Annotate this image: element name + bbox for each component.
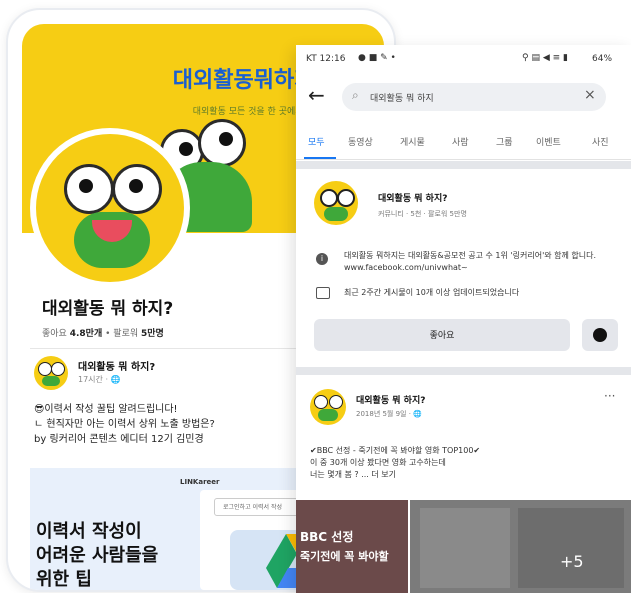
right-phone-screenshot: KT 12:16 ● ■ ✎ • ⚲ ▤ ◀ ≡ ▮ 64% ← ⌕ 대외활동 … [296, 45, 631, 593]
section-separator [296, 367, 631, 375]
page-avatar[interactable] [30, 128, 190, 288]
signal-icon: ⚲ ▤ ◀ ≡ ▮ [522, 53, 568, 63]
tab-photos[interactable]: 사진 [592, 135, 609, 148]
section-separator [296, 161, 631, 169]
status-time: KT 12:16 [306, 54, 346, 64]
battery-level: 64% [592, 54, 613, 64]
list-image-left [420, 508, 510, 588]
stats-separator: • [105, 329, 111, 339]
messenger-button[interactable] [582, 319, 618, 351]
result-description: 대외활동 뭐하지는 대외활동&공모전 공고 수 1위 '링커리어'와 함께 합니… [344, 251, 597, 272]
frog-eye-icon [112, 164, 162, 214]
post-body: ✔BBC 선정 - 죽기전에 꼭 봐야할 영화 TOP100✔ 이 중 30개 … [310, 445, 480, 481]
tab-groups[interactable]: 그룹 [496, 135, 513, 148]
active-tab-indicator [304, 157, 336, 159]
page-name: 대외활동 뭐 하지? [42, 299, 174, 319]
headline-line: 이력서 작성이 [36, 521, 142, 542]
search-icon: ⌕ [352, 88, 359, 102]
likes-label: 좋아요 [42, 329, 67, 339]
post-author[interactable]: 대외활동 뭐 하지? [356, 393, 425, 406]
post-line: 😎이력서 작성 꿀팁 알려드립니다! [34, 404, 178, 415]
post-author[interactable]: 대외활동 뭐 하지? [78, 358, 155, 373]
post-line: ㄴ 현직자만 아는 이력서 상위 노출 방법은? [34, 419, 215, 430]
thumb-caption: BBC 선정 [300, 530, 354, 544]
result-page-name[interactable]: 대외활동 뭐 하지? [378, 191, 447, 204]
post-avatar[interactable] [310, 389, 346, 425]
messenger-icon [593, 328, 607, 342]
search-input[interactable]: ⌕ 대외활동 뭐 하지 × [342, 83, 606, 111]
followers-value: 5만명 [141, 329, 164, 339]
search-hint: 로그인하고 이력서 작성 [223, 504, 283, 511]
post-body: 😎이력서 작성 꿀팁 알려드립니다! ㄴ 현직자만 아는 이력서 상위 노출 방… [34, 402, 215, 447]
result-meta: 커뮤니티 · 5천 · 팔로워 5만명 [378, 210, 467, 218]
news-icon [316, 287, 330, 299]
likes-value: 4.8만개 [69, 329, 103, 339]
list-image-right [518, 508, 624, 588]
post-line: 너는 몇개 봄 ? ... 더 보기 [310, 470, 397, 479]
tab-people[interactable]: 사람 [452, 135, 469, 148]
image-headline: 이력서 작성이 어려운 사람들을 위한 팁 [36, 520, 158, 590]
info-icon: i [316, 253, 328, 265]
post-avatar[interactable] [34, 356, 68, 390]
page-stats: 좋아요 4.8만개 • 팔로워 5만명 [42, 326, 164, 339]
status-icons: ● ■ ✎ • [358, 53, 396, 63]
followers-label: 팔로워 [113, 329, 139, 339]
result-avatar[interactable] [314, 181, 358, 225]
post-meta: 2018년 5월 9일 · 🌐 [356, 410, 422, 418]
post-images[interactable]: BBC 선정 죽기전에 꼭 봐야할 +5 [296, 500, 631, 593]
frog-eye-icon [64, 164, 114, 214]
post-line: ✔BBC 선정 - 죽기전에 꼭 봐야할 영화 TOP100✔ [310, 446, 481, 455]
post-line: by 링커리어 콘텐츠 에디터 12기 김민경 [34, 434, 204, 445]
search-bar-row: ← ⌕ 대외활동 뭐 하지 × [296, 77, 631, 117]
headline-line: 위한 팁 [36, 569, 92, 590]
post-image-bbc[interactable]: BBC 선정 죽기전에 꼭 봐야할 [296, 500, 408, 593]
tab-videos[interactable]: 동영상 [348, 135, 373, 148]
tab-events[interactable]: 이벤트 [536, 135, 561, 148]
post-meta: 17시간 · 🌐 [78, 375, 121, 384]
result-activity: 최근 2주간 게시물이 10개 이상 업데이트되었습니다 [344, 288, 520, 297]
back-arrow-icon[interactable]: ← [308, 83, 325, 107]
search-query: 대외활동 뭐 하지 [370, 94, 434, 104]
like-button[interactable]: 좋아요 [314, 319, 570, 351]
thumb-caption: 죽기전에 꼭 봐야할 [300, 550, 389, 563]
more-icon[interactable]: ··· [604, 389, 615, 403]
tab-posts[interactable]: 게시물 [400, 135, 425, 148]
like-button-label: 좋아요 [429, 331, 455, 341]
post-image-list[interactable]: +5 [410, 500, 631, 593]
tab-all[interactable]: 모두 [308, 135, 325, 148]
search-tabs: 모두 동영상 게시물 사람 그룹 이벤트 사진 [296, 125, 631, 160]
post-line: 이 중 30개 이상 봤다면 영화 고수하는데 [310, 458, 446, 467]
more-photos-count: +5 [560, 552, 584, 571]
frog-eye-icon [198, 119, 246, 167]
clear-icon[interactable]: × [584, 87, 596, 103]
headline-line: 어려운 사람들을 [36, 545, 159, 566]
status-bar: KT 12:16 ● ■ ✎ • ⚲ ▤ ◀ ≡ ▮ 64% [296, 45, 631, 73]
brand-label: LINKareer [180, 478, 220, 486]
